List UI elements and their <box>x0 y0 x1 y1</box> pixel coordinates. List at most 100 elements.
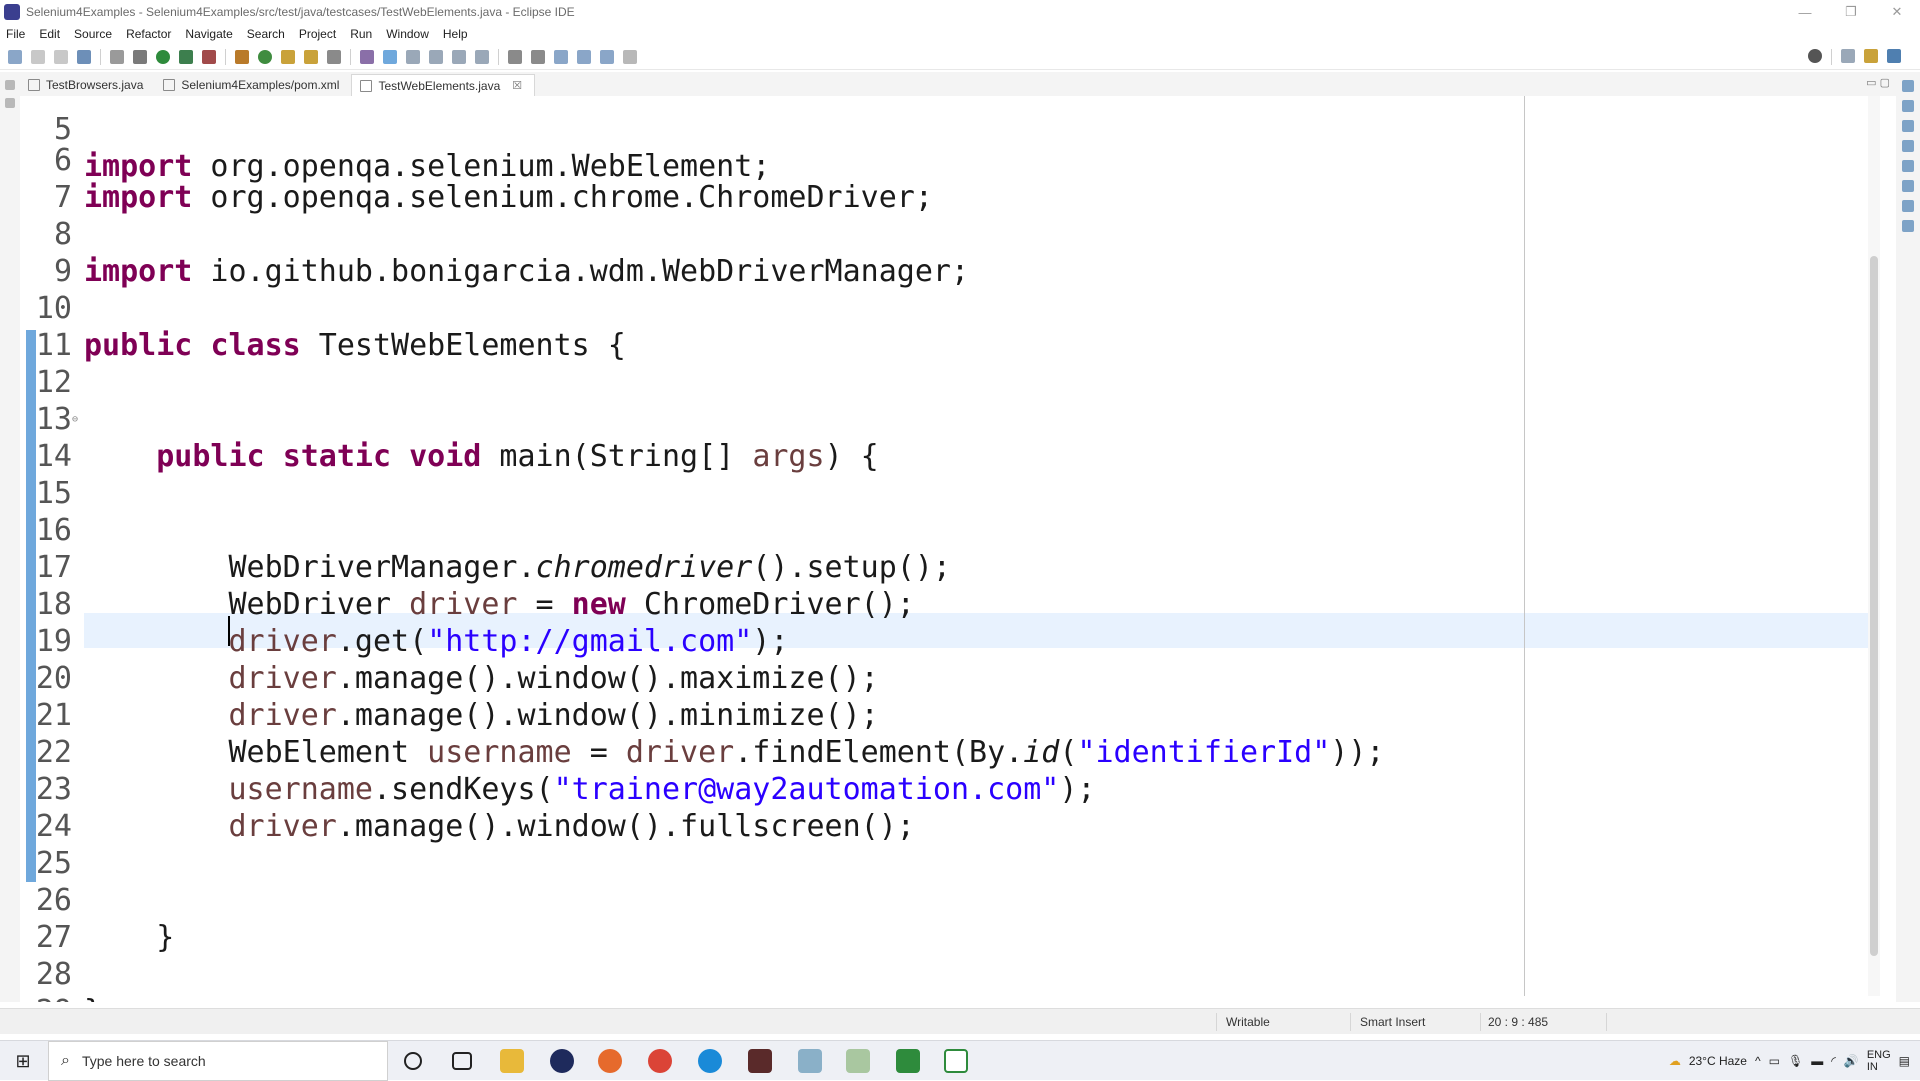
task-list-icon[interactable] <box>1902 120 1914 132</box>
pilcrow-icon[interactable] <box>475 49 489 64</box>
file-explorer-icon[interactable] <box>500 1049 524 1073</box>
editor-minmax-icon[interactable]: ▭ ▢ <box>1866 76 1890 89</box>
tray-chevron-icon[interactable]: ^ <box>1755 1054 1761 1068</box>
language-code: ENG <box>1866 1049 1891 1061</box>
notepad-icon[interactable] <box>798 1049 822 1073</box>
new-java-project-icon[interactable] <box>235 49 249 64</box>
code-line: 23 driver.manage().window().fullscreen()… <box>20 734 1520 844</box>
status-separator <box>1480 1013 1481 1031</box>
search-tool-icon[interactable] <box>327 49 341 64</box>
windows-start-icon[interactable]: ⊞ <box>0 1041 46 1081</box>
java-ee-perspective-icon[interactable] <box>1864 49 1878 63</box>
window-title: Selenium4Examples - Selenium4Examples/sr… <box>26 5 575 19</box>
weather-text[interactable]: 23°C Haze <box>1689 1054 1747 1068</box>
mark-occurrences-icon[interactable] <box>383 49 397 64</box>
new-class-icon[interactable] <box>258 49 272 64</box>
menu-source[interactable]: Source <box>74 27 112 41</box>
menu-file[interactable]: File <box>6 27 25 41</box>
menu-navigate[interactable]: Navigate <box>185 27 232 41</box>
wifi-icon[interactable]: ◜ <box>1831 1054 1836 1068</box>
cortana-icon[interactable] <box>404 1052 422 1070</box>
open-folder-icon[interactable] <box>304 49 318 64</box>
block-selection-icon[interactable] <box>429 49 443 64</box>
annotation-icon[interactable] <box>360 49 374 64</box>
skip-breakpoints-icon[interactable] <box>110 49 124 64</box>
status-separator <box>1350 1013 1351 1031</box>
last-edit-icon[interactable] <box>554 49 568 64</box>
weather-icon[interactable]: ☁ <box>1669 1054 1681 1068</box>
outline-icon[interactable] <box>1902 100 1914 112</box>
battery-icon[interactable]: ▬ <box>1811 1054 1823 1068</box>
vertical-scrollbar[interactable] <box>1868 96 1880 996</box>
save-icon[interactable] <box>31 49 45 64</box>
tab-label: Selenium4Examples/pom.xml <box>181 78 340 92</box>
javadoc-icon[interactable] <box>1902 160 1914 172</box>
snipping-tool-icon[interactable] <box>846 1049 870 1073</box>
console-icon[interactable] <box>1902 200 1914 212</box>
taskbar-search-box[interactable]: ⌕ Type here to search <box>48 1041 388 1081</box>
menu-window[interactable]: Window <box>386 27 429 41</box>
code-line: 7 <box>20 142 1520 215</box>
camtasia-icon[interactable] <box>896 1049 920 1073</box>
declaration-icon[interactable] <box>1902 180 1914 192</box>
tab-testbrowsers[interactable]: TestBrowsers.java <box>20 74 155 96</box>
menu-refactor[interactable]: Refactor <box>126 27 171 41</box>
show-whitespace-icon[interactable] <box>452 49 466 64</box>
eclipse-taskbar-icon[interactable] <box>550 1049 574 1073</box>
minimize-button[interactable]: — <box>1782 0 1828 24</box>
search-icon[interactable] <box>1808 49 1822 63</box>
menu-help[interactable]: Help <box>443 27 468 41</box>
tab-pom-xml[interactable]: Selenium4Examples/pom.xml <box>155 74 351 96</box>
status-cursor-position: 20 : 9 : 485 <box>1488 1015 1549 1029</box>
forward-icon[interactable] <box>600 49 614 64</box>
menu-project[interactable]: Project <box>299 27 336 41</box>
java-perspective-icon[interactable] <box>1887 49 1901 63</box>
code-line: 24 <box>20 771 1520 844</box>
tab-close-icon[interactable]: ☒ <box>512 79 522 92</box>
back-icon[interactable] <box>577 49 591 64</box>
open-perspective-icon[interactable] <box>1841 49 1855 63</box>
coverage-icon[interactable] <box>179 49 193 64</box>
external-tools-icon[interactable] <box>202 49 216 64</box>
volume-icon[interactable]: 🔊 <box>1844 1054 1859 1068</box>
camtasia-recorder-icon[interactable] <box>944 1049 968 1073</box>
edge-icon[interactable] <box>698 1049 722 1073</box>
scrollbar-thumb[interactable] <box>1870 256 1878 956</box>
language-indicator[interactable]: ENG IN <box>1867 1049 1891 1073</box>
save-all-icon[interactable] <box>54 49 68 64</box>
menu-run[interactable]: Run <box>350 27 372 41</box>
menu-edit[interactable]: Edit <box>39 27 60 41</box>
previous-annotation-icon[interactable] <box>531 49 545 64</box>
microphone-icon[interactable]: 🎙 <box>1788 1054 1803 1068</box>
package-explorer-icon[interactable] <box>5 98 15 108</box>
right-minimized-views <box>1896 72 1920 1002</box>
code-editor[interactable]: 5 import org.openqa.selenium.WebElement;… <box>20 96 1880 1002</box>
restore-view-icon[interactable] <box>5 80 15 90</box>
task-view-icon[interactable] <box>452 1052 472 1070</box>
pin-editor-icon[interactable] <box>623 49 637 64</box>
close-button[interactable]: ✕ <box>1874 0 1920 24</box>
next-annotation-icon[interactable] <box>508 49 522 64</box>
firefox-icon[interactable] <box>598 1049 622 1073</box>
region-code: IN <box>1866 1061 1878 1073</box>
new-icon[interactable] <box>8 49 22 64</box>
restore-view-icon[interactable] <box>1902 80 1914 92</box>
terminal-icon[interactable] <box>77 49 91 64</box>
tab-label: TestBrowsers.java <box>46 78 144 92</box>
notifications-icon[interactable]: ▤ <box>1899 1054 1910 1068</box>
debug-icon[interactable] <box>133 49 147 64</box>
word-wrap-icon[interactable] <box>406 49 420 64</box>
menu-search[interactable]: Search <box>247 27 285 41</box>
restore-button[interactable]: ❐ <box>1828 0 1874 24</box>
open-type-icon[interactable] <box>281 49 295 64</box>
chrome-icon[interactable] <box>648 1049 672 1073</box>
status-separator <box>1606 1013 1607 1031</box>
progress-icon[interactable] <box>1902 220 1914 232</box>
network-icon[interactable]: ▭ <box>1769 1054 1780 1068</box>
tab-testwebelements[interactable]: TestWebElements.java ☒ <box>351 74 536 96</box>
problems-icon[interactable] <box>1902 140 1914 152</box>
horizontal-scrollbar[interactable] <box>84 996 1864 1006</box>
recorder-icon[interactable] <box>748 1049 772 1073</box>
status-bar: Writable Smart Insert 20 : 9 : 485 <box>0 1008 1920 1034</box>
run-icon[interactable] <box>156 49 170 64</box>
